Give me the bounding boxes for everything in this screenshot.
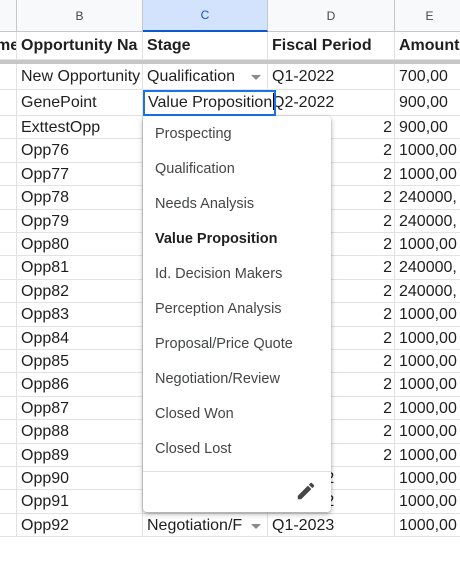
table-cell-amount[interactable]: 1000,00 <box>395 514 460 538</box>
stage-dropdown-menu: Prospecting Qualification Needs Analysis Va… <box>143 116 331 512</box>
table-cell-period[interactable]: Q1-2023 <box>268 513 395 538</box>
header-cell-1[interactable]: Opportunity Na <box>17 32 143 60</box>
table-cell[interactable] <box>0 373 17 397</box>
table-cell-name[interactable]: GenePoint <box>17 90 143 116</box>
table-cell-name[interactable]: Opp91 <box>17 490 143 514</box>
table-cell-name[interactable]: Opp76 <box>17 139 143 163</box>
table-cell[interactable] <box>0 116 17 140</box>
table-cell-name[interactable]: Opp92 <box>17 513 143 538</box>
text-cursor <box>273 93 274 110</box>
table-cell-amount[interactable]: 700,00 <box>395 64 460 90</box>
table-cell-name[interactable]: Opp82 <box>17 279 143 304</box>
table-cell-name[interactable]: Opp87 <box>17 396 143 421</box>
table-cell-amount[interactable]: 1000,00 <box>395 444 460 467</box>
table-cell-amount[interactable]: 1000,00 <box>395 397 460 421</box>
header-cell-4[interactable]: Amount <box>395 32 460 60</box>
table-cell-name[interactable]: Opp86 <box>17 373 143 397</box>
table-cell-amount[interactable]: 1000,00 <box>395 303 460 327</box>
table-cell[interactable] <box>0 233 17 257</box>
table-cell-amount[interactable]: 1000,00 <box>395 139 460 163</box>
table-cell-stage[interactable]: Qualification <box>143 64 268 90</box>
column-header-d[interactable]: D <box>268 0 395 32</box>
table-cell-amount[interactable]: 240000, <box>395 256 460 280</box>
dropdown-chevron-icon[interactable] <box>251 523 261 529</box>
table-cell-name[interactable]: New Opportunity <box>17 64 143 90</box>
frozen-row-divider <box>0 60 460 64</box>
table-cell-amount[interactable]: 1000,00 <box>395 327 460 350</box>
table-cell[interactable] <box>0 490 17 514</box>
table-cell-name[interactable]: Opp84 <box>17 326 143 350</box>
table-cell[interactable] <box>0 396 17 421</box>
dropdown-option[interactable]: Id. Decision Makers <box>143 257 331 292</box>
table-cell-name[interactable]: Opp78 <box>17 186 143 210</box>
header-cell-0[interactable]: me <box>0 32 17 60</box>
dropdown-option[interactable]: Closed Won <box>143 397 331 432</box>
table-cell-amount[interactable]: 900,00 <box>395 116 460 140</box>
dropdown-option[interactable]: Perception Analysis <box>143 292 331 327</box>
dropdown-option[interactable]: Closed Lost <box>143 432 331 467</box>
table-cell-amount[interactable]: 1000,00 <box>395 420 460 444</box>
dropdown-option[interactable]: Value Proposition <box>143 222 331 257</box>
active-cell-value: Value Proposition <box>148 94 273 111</box>
table-cell-amount[interactable]: 1000,00 <box>395 490 460 514</box>
dropdown-option[interactable]: Proposal/Price Quote <box>143 327 331 362</box>
table-cell-name[interactable]: ExttestOpp <box>17 116 143 140</box>
table-cell-amount[interactable]: 1000,00 <box>395 467 460 491</box>
dropdown-option[interactable]: Negotiation/Review <box>143 362 331 397</box>
table-cell-amount[interactable]: 900,00 <box>395 90 460 116</box>
table-cell-stage[interactable]: Negotiation/F <box>143 513 268 538</box>
table-cell[interactable] <box>0 279 17 304</box>
table-cell-name[interactable]: Opp79 <box>17 209 143 233</box>
active-cell-editor[interactable]: Value Proposition <box>143 90 276 116</box>
table-cell[interactable] <box>0 513 17 538</box>
column-header-partial[interactable] <box>0 0 17 32</box>
table-cell-amount[interactable]: 1000,00 <box>395 233 460 257</box>
dropdown-divider <box>143 471 331 472</box>
table-cell[interactable] <box>0 90 17 116</box>
table-cell-name[interactable]: Opp89 <box>17 443 143 467</box>
dropdown-option[interactable]: Prospecting <box>143 117 331 152</box>
table-cell-name[interactable]: Opp88 <box>17 420 143 444</box>
header-cell-3[interactable]: Fiscal Period <box>268 32 395 60</box>
table-cell-amount[interactable]: 1000,00 <box>395 163 460 187</box>
table-cell[interactable] <box>0 162 17 187</box>
table-cell-name[interactable]: Opp90 <box>17 467 143 491</box>
pencil-icon[interactable] <box>295 480 317 502</box>
table-cell-name[interactable]: Opp81 <box>17 256 143 280</box>
table-cell-name[interactable]: Opp83 <box>17 303 143 327</box>
table-cell-name[interactable]: Opp77 <box>17 162 143 187</box>
dropdown-chevron-icon[interactable] <box>251 75 261 80</box>
dropdown-option[interactable]: Needs Analysis <box>143 187 331 222</box>
table-cell[interactable] <box>0 186 17 210</box>
table-cell-amount[interactable]: 240000, <box>395 186 460 210</box>
table-cell[interactable] <box>0 326 17 350</box>
table-cell[interactable] <box>0 209 17 233</box>
table-cell[interactable] <box>0 303 17 327</box>
table-cell-amount[interactable]: 1000,00 <box>395 373 460 397</box>
table-cell[interactable] <box>0 443 17 467</box>
table-cell-period[interactable]: Q2-2022 <box>268 90 395 116</box>
table-cell-period[interactable]: Q1-2022 <box>268 64 395 90</box>
table-cell-amount[interactable]: 1000,00 <box>395 350 460 374</box>
column-header-e[interactable]: E <box>395 0 460 32</box>
column-header-b[interactable]: B <box>17 0 143 32</box>
table-cell[interactable] <box>0 467 17 491</box>
header-cell-2[interactable]: Stage <box>143 32 268 60</box>
table-cell[interactable] <box>0 64 17 90</box>
table-cell-name[interactable]: Opp80 <box>17 233 143 257</box>
table-cell-amount[interactable]: 240000, <box>395 280 460 304</box>
table-cell[interactable] <box>0 139 17 163</box>
table-cell-name[interactable]: Opp85 <box>17 350 143 374</box>
dropdown-option[interactable]: Qualification <box>143 152 331 187</box>
table-cell[interactable] <box>0 420 17 444</box>
table-cell[interactable] <box>0 256 17 280</box>
table-cell-amount[interactable]: 240000, <box>395 210 460 233</box>
column-header-c[interactable]: C <box>143 0 268 32</box>
table-cell[interactable] <box>0 350 17 374</box>
